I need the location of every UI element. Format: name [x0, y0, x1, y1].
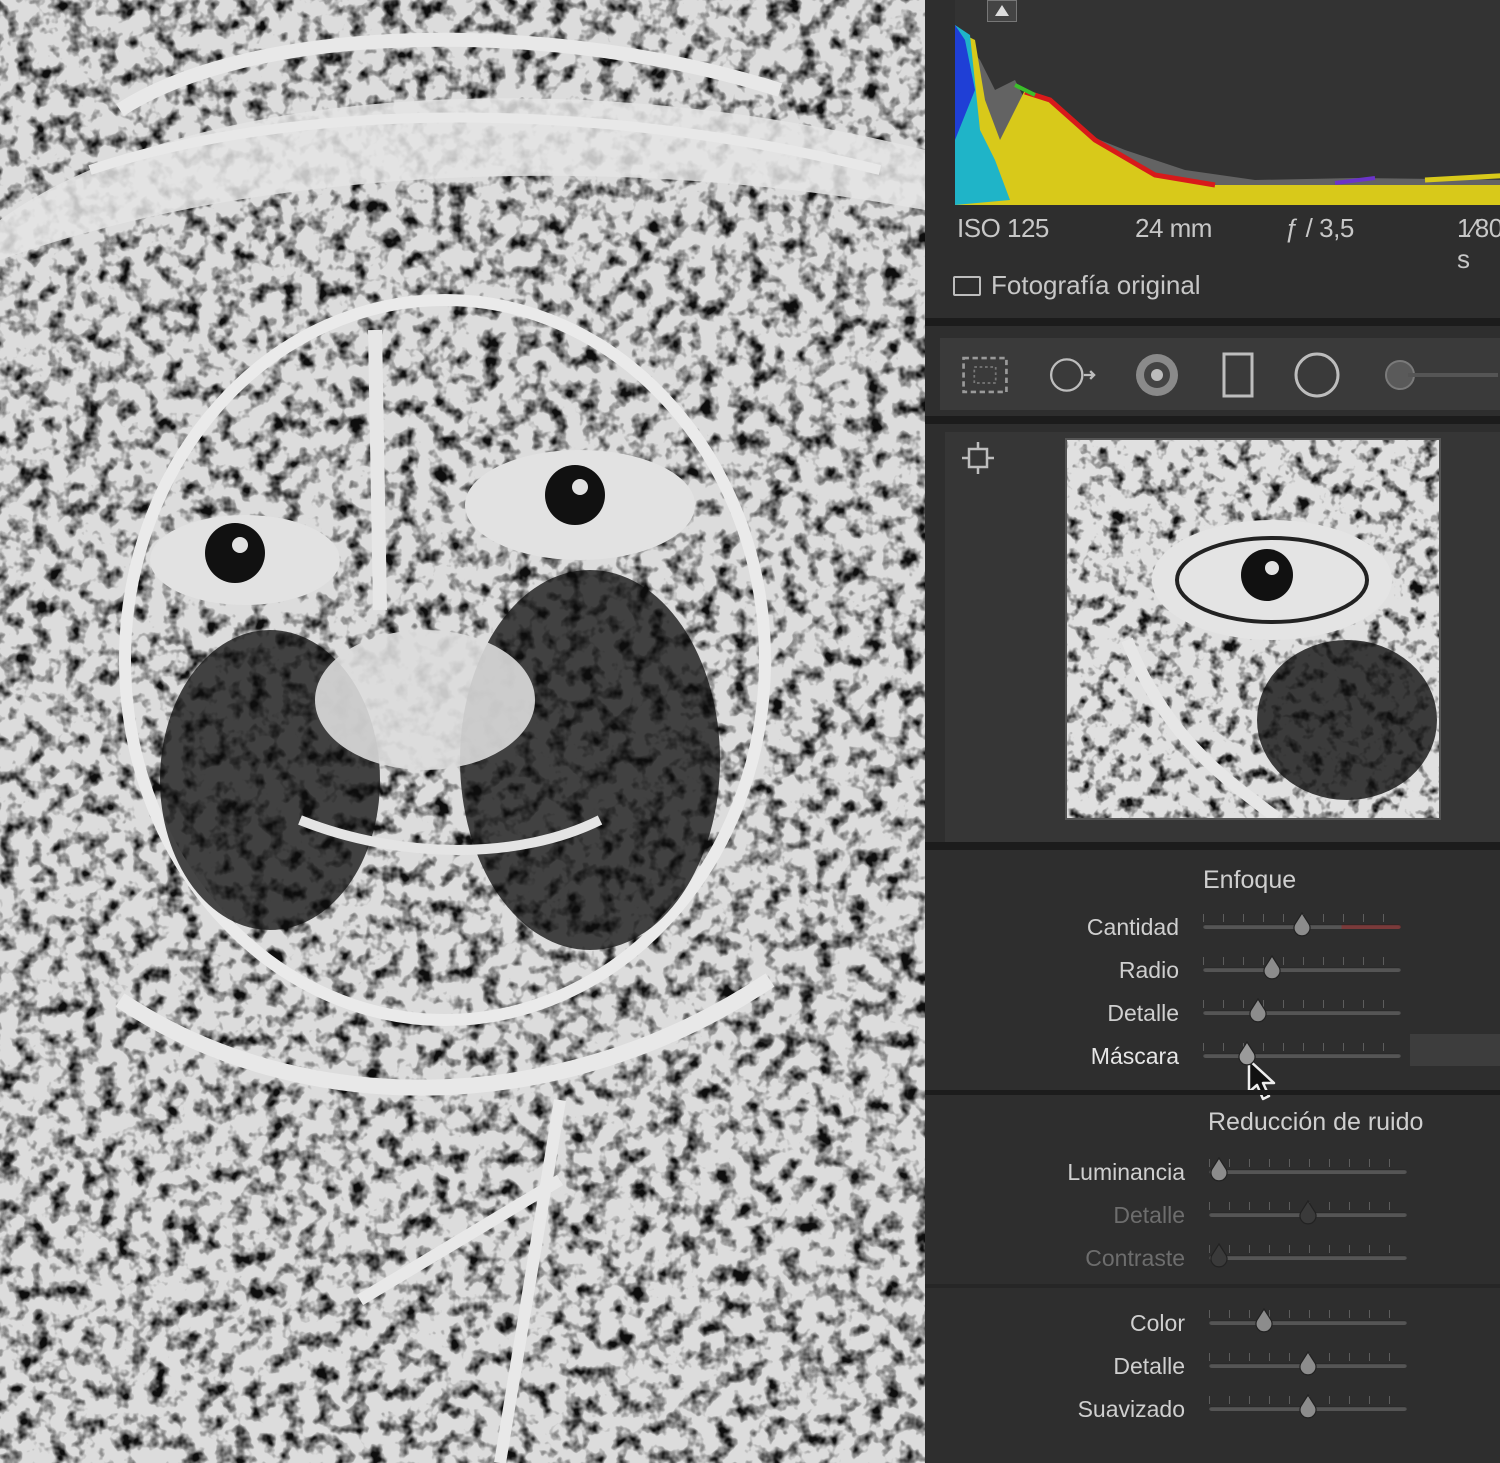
noise-slider-color[interactable]: Color [1130, 1306, 1407, 1340]
mask-value-field[interactable] [1410, 1034, 1500, 1066]
noise-slider-detalle: Detalle [1113, 1198, 1407, 1232]
target-crosshair-icon[interactable] [960, 440, 996, 476]
slider-thumb[interactable] [1210, 1243, 1228, 1269]
slider-ticks [1203, 1000, 1401, 1008]
graduated-filter-icon[interactable] [1213, 352, 1263, 398]
slider-label: Cantidad [1086, 914, 1179, 940]
slider-thumb[interactable] [1210, 1157, 1228, 1183]
slider-track[interactable] [1209, 1169, 1407, 1174]
original-photo-label: Fotografía original [991, 270, 1201, 300]
slider-thumb[interactable] [1299, 1200, 1317, 1226]
slider-track[interactable] [1203, 1010, 1401, 1015]
panel-divider [925, 318, 1500, 326]
adjustment-brush-icon[interactable] [1378, 352, 1498, 398]
panel-divider [925, 842, 1500, 850]
slider-label: Detalle [1107, 1000, 1179, 1026]
slider-ticks [1203, 1043, 1401, 1051]
slider-label: Color [1130, 1310, 1185, 1336]
noise-slider-suavizado[interactable]: Suavizado [1078, 1392, 1407, 1426]
shutter-readout: 1⁄80 s [1457, 213, 1500, 274]
sharpening-slider-mascara[interactable]: Máscara [1091, 1039, 1401, 1073]
noise-slider-detalle[interactable]: Detalle [1113, 1349, 1407, 1383]
sharpening-slider-detalle[interactable]: Detalle [1107, 996, 1401, 1030]
mask-preview-image [0, 0, 925, 1463]
histogram[interactable] [955, 0, 1500, 205]
sharpening-slider-cantidad[interactable]: Cantidad [1087, 910, 1401, 944]
radial-filter-icon[interactable] [1292, 352, 1342, 398]
panel-divider [925, 1090, 1500, 1095]
slider-ticks [1209, 1310, 1407, 1318]
tool-strip [940, 338, 1500, 410]
slider-label: Detalle [1113, 1353, 1185, 1379]
slider-label: Radio [1118, 957, 1179, 983]
sharpening-slider-radio[interactable]: Radio [1119, 953, 1401, 987]
slider-label: Suavizado [1077, 1396, 1185, 1422]
shadow-clipping-indicator[interactable] [987, 0, 1017, 22]
slider-ticks [1209, 1159, 1407, 1167]
slider-label: Luminancia [1067, 1159, 1185, 1185]
noise-slider-luminancia[interactable]: Luminancia [1067, 1155, 1407, 1189]
noise-slider-contraste: Contraste [1085, 1241, 1407, 1275]
slider-thumb[interactable] [1263, 955, 1281, 981]
slider-label: Máscara [1090, 1043, 1179, 1069]
iso-readout: ISO 125 [957, 213, 1049, 243]
original-photo-checkbox[interactable] [953, 275, 981, 296]
sharpening-title: Enfoque [1203, 866, 1297, 894]
photo-canvas[interactable] [0, 0, 925, 1463]
slider-ticks [1203, 957, 1401, 965]
slider-label: Detalle [1113, 1202, 1185, 1228]
original-photo-toggle[interactable]: Fotografía original [953, 270, 1201, 301]
detail-zoom-preview[interactable] [1065, 438, 1441, 820]
slider-thumb[interactable] [1299, 1351, 1317, 1377]
red-eye-icon[interactable] [1132, 352, 1182, 398]
slider-track[interactable] [1209, 1255, 1407, 1260]
slider-track[interactable] [1203, 1053, 1401, 1058]
noise-reduction-title: Reducción de ruido [1208, 1108, 1424, 1136]
detail-preview-section [945, 432, 1500, 842]
slider-thumb[interactable] [1249, 998, 1268, 1024]
slider-thumb[interactable] [1255, 1308, 1274, 1334]
spot-removal-icon[interactable] [1048, 352, 1098, 398]
aperture-readout: ƒ / 3,5 [1285, 213, 1354, 243]
slider-thumb[interactable] [1299, 1394, 1317, 1420]
slider-thumb[interactable] [1237, 1041, 1256, 1067]
slider-ticks [1209, 1245, 1407, 1253]
crop-overlay-icon[interactable] [960, 352, 1010, 398]
slider-label: Contraste [1085, 1245, 1185, 1271]
slider-thumb[interactable] [1293, 912, 1311, 938]
slider-track[interactable] [1203, 967, 1401, 972]
panel-divider [925, 1284, 1500, 1288]
panel-divider [925, 416, 1500, 424]
slider-track[interactable] [1209, 1320, 1407, 1325]
develop-panel: ISO 125 24 mm ƒ / 3,5 1⁄80 s Fotografía … [925, 0, 1500, 1463]
focal-length-readout: 24 mm [1135, 213, 1212, 243]
